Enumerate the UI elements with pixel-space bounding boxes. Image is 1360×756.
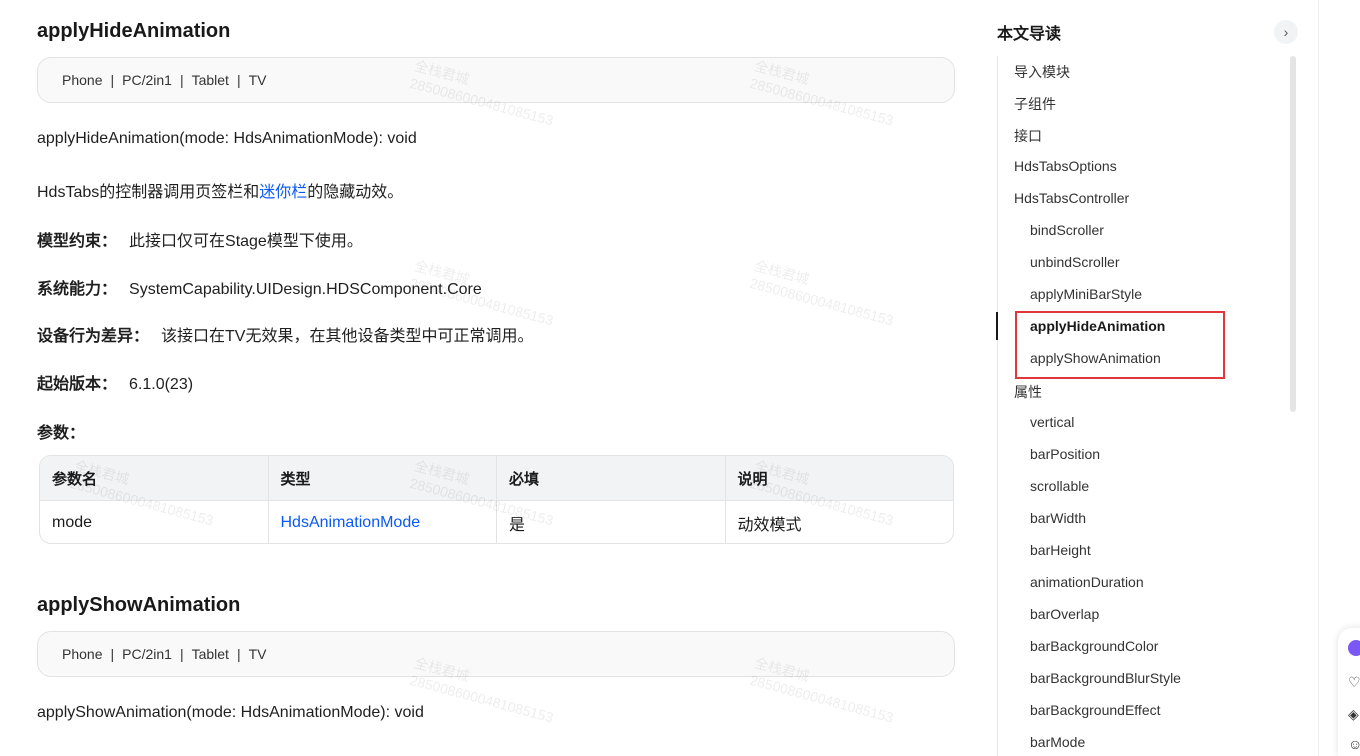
hds-animation-mode-link[interactable]: HdsAnimationMode <box>281 514 421 532</box>
system-capability-value: SystemCapability.UIDesign.HDSComponent.C… <box>129 281 482 298</box>
toc-item-barbackgroundcolor[interactable]: barBackgroundColor <box>1030 638 1158 654</box>
table-cell: mode <box>40 500 269 543</box>
model-constraint-value: 此接口仅可在Stage模型下使用。 <box>129 233 363 250</box>
toc-item-barmode[interactable]: barMode <box>1030 734 1085 750</box>
model-constraint: 模型约束： 此接口仅可在Stage模型下使用。 <box>37 227 363 251</box>
mini-bar-link[interactable]: 迷你栏 <box>259 184 307 201</box>
toc-scrollbar[interactable] <box>1290 56 1296 412</box>
device-separator: | <box>179 72 184 88</box>
toc-item-barbackgroundblurstyle[interactable]: barBackgroundBlurStyle <box>1030 670 1181 686</box>
system-capability-label: 系统能力： <box>37 281 118 298</box>
toc-item-baroverlap[interactable]: barOverlap <box>1030 606 1099 622</box>
table-header-row: 参数名 类型 必填 说明 <box>40 456 953 500</box>
watermark: 全栈君城28500860004810851­53 <box>748 257 896 329</box>
floating-toolbar: ♡ ◈ ☺ <box>1338 628 1360 756</box>
description-prefix: HdsTabs的控制器调用页签栏和 <box>37 184 260 201</box>
device-behavior-diff-label: 设备行为差异： <box>37 328 150 345</box>
page-divider <box>1318 0 1319 756</box>
toc-item-bindscroller[interactable]: bindScroller <box>1030 222 1104 238</box>
device-support-box: Phone | PC/2in1 | Tablet | TV <box>37 57 955 103</box>
table-header-cell: 必填 <box>497 456 726 500</box>
toc-rail <box>997 56 998 756</box>
layers-icon[interactable]: ◈ <box>1348 706 1359 723</box>
device-separator: | <box>110 646 115 662</box>
device-separator: | <box>179 646 184 662</box>
feedback-icon[interactable]: ♡ <box>1348 674 1360 691</box>
assistant-icon[interactable] <box>1348 640 1360 656</box>
device-phone: Phone <box>62 646 103 662</box>
toc-item-vertical[interactable]: vertical <box>1030 414 1074 430</box>
section-title-apply-hide-animation: applyHideAnimation <box>37 20 231 42</box>
device-separator: | <box>110 72 115 88</box>
toc-collapse-button[interactable]: › <box>1274 20 1298 44</box>
device-behavior-diff-value: 该接口在TV无效果，在其他设备类型中可正常调用。 <box>161 328 534 345</box>
toc-active-indicator <box>996 312 998 340</box>
section-title-apply-show-animation: applyShowAnimation <box>37 594 241 616</box>
device-tv: TV <box>248 646 267 662</box>
toc-item-barheight[interactable]: barHeight <box>1030 542 1091 558</box>
device-phone: Phone <box>62 72 103 88</box>
table-cell: 是 <box>497 500 726 543</box>
table-row: mode HdsAnimationMode 是 动效模式 <box>40 500 953 543</box>
smile-icon[interactable]: ☺ <box>1348 736 1360 752</box>
toc-title: 本文导读 <box>997 26 1062 43</box>
since-version-value: 6.1.0(23) <box>129 376 194 393</box>
toc-item-animationduration[interactable]: animationDuration <box>1030 574 1144 590</box>
params-heading: 参数： <box>37 419 97 443</box>
model-constraint-label: 模型约束： <box>37 233 118 250</box>
since-version: 起始版本： 6.1.0(23) <box>37 370 193 394</box>
since-version-label: 起始版本： <box>37 376 118 393</box>
method-signature: applyShowAnimation(mode: HdsAnimationMod… <box>37 704 424 721</box>
toc-item-child-components[interactable]: 子组件 <box>1014 94 1056 114</box>
device-tv: TV <box>248 72 267 88</box>
toc-item-hdstabscontroller[interactable]: HdsTabsController <box>1014 190 1129 206</box>
device-pc: PC/2in1 <box>122 72 172 88</box>
main-content: applyHideAnimation Phone | PC/2in1 | Tab… <box>0 0 980 756</box>
device-tablet: Tablet <box>191 72 229 88</box>
toc-item-barposition[interactable]: barPosition <box>1030 446 1100 462</box>
method-description: HdsTabs的控制器调用页签栏和迷你栏的隐藏动效。 <box>37 178 403 202</box>
table-cell: 动效模式 <box>725 500 953 543</box>
chevron-right-icon: › <box>1283 24 1289 40</box>
table-cell-type: HdsAnimationMode <box>268 500 497 543</box>
toc-item-applyminibarstyle[interactable]: applyMiniBarStyle <box>1030 286 1142 302</box>
system-capability: 系统能力： SystemCapability.UIDesign.HDSCompon… <box>37 275 482 299</box>
toc-item-barwidth[interactable]: barWidth <box>1030 510 1086 526</box>
description-suffix: 的隐藏动效。 <box>307 184 404 201</box>
toc-item-hdstabsoptions[interactable]: HdsTabsOptions <box>1014 158 1117 174</box>
table-header-cell: 说明 <box>737 470 768 488</box>
params-table: 参数名 类型 必填 说明 mode HdsAnimationMode 是 动效模… <box>39 455 954 544</box>
table-header-cell: 参数名 <box>40 456 269 500</box>
device-tablet: Tablet <box>191 646 229 662</box>
device-behavior-diff: 设备行为差异： 该接口在TV无效果，在其他设备类型中可正常调用。 <box>37 322 533 346</box>
toc-item-barbackgroundeffect[interactable]: barBackgroundEffect <box>1030 702 1161 718</box>
device-support-box: Phone | PC/2in1 | Tablet | TV <box>37 631 955 677</box>
toc-item-scrollable[interactable]: scrollable <box>1030 478 1089 494</box>
device-separator: | <box>236 72 241 88</box>
method-signature: applyHideAnimation(mode: HdsAnimationMod… <box>37 130 417 147</box>
toc-item-attributes[interactable]: 属性 <box>1014 382 1042 402</box>
device-pc: PC/2in1 <box>122 646 172 662</box>
toc-item-interfaces[interactable]: 接口 <box>1014 126 1042 146</box>
table-header-cell: 类型 <box>269 456 497 500</box>
device-separator: | <box>236 646 241 662</box>
params-label: 参数： <box>37 425 86 442</box>
toc-item-import-module[interactable]: 导入模块 <box>1014 62 1070 82</box>
toc-highlight-annotation <box>1015 311 1225 379</box>
toc-item-unbindscroller[interactable]: unbindScroller <box>1030 254 1120 270</box>
